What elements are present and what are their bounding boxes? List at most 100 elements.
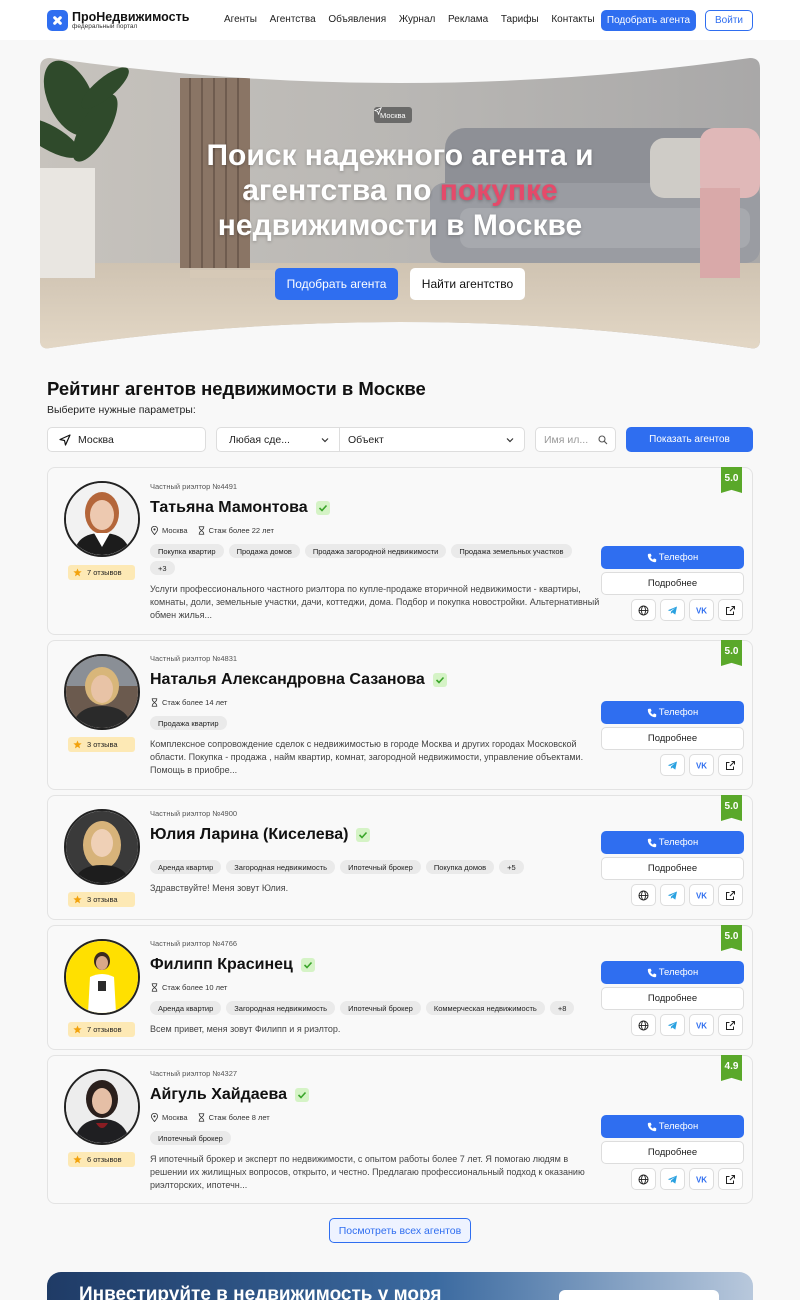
vk-button[interactable]: VK — [689, 1014, 714, 1036]
promo-banner[interactable]: Инвестируйте в недвижимость у моря — [47, 1272, 753, 1300]
details-button[interactable]: Подробнее — [601, 1141, 744, 1164]
globe-icon — [638, 605, 649, 615]
agent-name-row[interactable]: Наталья Александровна Сазанова — [150, 671, 447, 689]
logo[interactable]: ПроНедвижимость федеральный портал — [47, 10, 189, 31]
agent-card[interactable]: 5.0 7 отзывов Частный риэлтор №4491 Тать… — [47, 467, 753, 635]
external-link-button[interactable] — [718, 1014, 743, 1036]
external-link-button[interactable] — [718, 1168, 743, 1190]
website-button[interactable] — [631, 1014, 656, 1036]
agent-name: Юлия Ларина (Киселева) — [150, 826, 349, 843]
reviews-badge[interactable]: 3 отзыва — [68, 737, 135, 752]
promo-card[interactable] — [559, 1290, 719, 1300]
tag: Аренда квартир — [150, 1001, 222, 1015]
show-all-agents-button[interactable]: Посмотреть всех агентов — [329, 1218, 471, 1243]
vk-button[interactable]: VK — [689, 599, 714, 621]
telegram-button[interactable] — [660, 1014, 685, 1036]
external-link-button[interactable] — [718, 599, 743, 621]
details-button[interactable]: Подробнее — [601, 572, 744, 595]
agent-experience: Стаж более 8 лет — [208, 1113, 270, 1122]
agent-card[interactable]: 5.0 3 отзыва Частный риэлтор №4831 Натал… — [47, 640, 753, 790]
website-button[interactable] — [631, 1168, 656, 1190]
nav-pricing[interactable]: Тарифы — [501, 14, 539, 25]
agent-meta: Стаж более 14 лет — [150, 698, 227, 707]
reviews-badge[interactable]: 3 отзыва — [68, 892, 135, 907]
vk-button[interactable]: VK — [689, 1168, 714, 1190]
chevron-down-icon — [321, 438, 329, 443]
agent-name-row[interactable]: Татьяна Мамонтова — [150, 499, 330, 517]
agent-card[interactable]: 5.0 7 отзывов Частный риэлтор №4766 Фили… — [47, 925, 753, 1050]
name-search-input[interactable]: Имя ил... — [535, 427, 616, 452]
object-type-value: Объект — [348, 433, 384, 446]
agent-tags: Аренда квартир Загородная недвижимость И… — [150, 860, 605, 877]
website-button[interactable] — [631, 884, 656, 906]
telegram-icon — [667, 891, 677, 900]
telegram-button[interactable] — [660, 754, 685, 776]
rating-badge: 5.0 — [721, 925, 742, 951]
more-tags-badge[interactable]: +5 — [499, 860, 524, 874]
agent-name-row[interactable]: Айгуль Хайдаева — [150, 1086, 310, 1104]
show-agents-button[interactable]: Показать агентов — [626, 427, 753, 452]
deal-type-value: Любая сде... — [229, 433, 290, 446]
tag: Ипотечный брокер — [340, 1001, 421, 1015]
external-link-icon — [726, 605, 735, 615]
phone-button[interactable]: Телефон — [601, 961, 744, 984]
nav-agencies[interactable]: Агентства — [270, 14, 316, 25]
agent-description: Комплексное сопровождение сделок с недви… — [150, 739, 584, 775]
agent-id: Частный риэлтор №4831 — [150, 654, 238, 663]
reviews-badge[interactable]: 7 отзывов — [68, 565, 135, 580]
nav-agents[interactable]: Агенты — [224, 14, 257, 25]
hero-banner: Москва Поиск надежного агента и агентств… — [40, 58, 760, 350]
deal-type-select[interactable]: Любая сде... — [216, 427, 340, 452]
reviews-count: 3 отзыва — [87, 895, 118, 904]
agent-name-row[interactable]: Юлия Ларина (Киселева) — [150, 826, 371, 844]
external-link-button[interactable] — [718, 754, 743, 776]
agent-card[interactable]: 5.0 3 отзыва Частный риэлтор №4900 Юлия … — [47, 795, 753, 920]
hero-find-agency-button[interactable]: Найти агентство — [410, 268, 525, 300]
nav-listings[interactable]: Объявления — [328, 14, 386, 25]
external-link-button[interactable] — [718, 884, 743, 906]
external-link-icon — [726, 1174, 735, 1184]
tag: Ипотечный брокер — [340, 860, 421, 874]
nav-journal[interactable]: Журнал — [399, 14, 436, 25]
reviews-badge[interactable]: 6 отзывов — [68, 1152, 135, 1167]
section-title: Рейтинг агентов недвижимости в Москве — [47, 378, 426, 399]
details-button[interactable]: Подробнее — [601, 727, 744, 750]
agent-name-row[interactable]: Филипп Красинец — [150, 956, 315, 974]
vk-button[interactable]: VK — [689, 884, 714, 906]
city-filter[interactable]: Москва — [47, 427, 206, 452]
phone-button[interactable]: Телефон — [601, 701, 744, 724]
svg-text:VK: VK — [696, 1021, 707, 1030]
tag: Аренда квартир — [150, 860, 222, 874]
vk-button[interactable]: VK — [689, 754, 714, 776]
agent-tags: Продажа квартир — [150, 716, 605, 733]
more-tags-badge[interactable]: +8 — [549, 1001, 575, 1015]
phone-icon — [647, 553, 656, 562]
website-button[interactable] — [631, 599, 656, 621]
nav-contacts[interactable]: Контакты — [551, 14, 594, 25]
details-button[interactable]: Подробнее — [601, 857, 744, 880]
svg-text:VK: VK — [696, 606, 707, 615]
details-button[interactable]: Подробнее — [601, 987, 744, 1010]
telegram-button[interactable] — [660, 599, 685, 621]
reviews-badge[interactable]: 7 отзывов — [68, 1022, 135, 1037]
logo-title: ПроНедвижимость — [72, 9, 190, 24]
telegram-button[interactable] — [660, 884, 685, 906]
avatar — [64, 809, 140, 885]
telegram-button[interactable] — [660, 1168, 685, 1190]
phone-button[interactable]: Телефон — [601, 831, 744, 854]
tag: Коммерческая недвижимость — [425, 1001, 545, 1015]
main-nav: Агенты Агентства Объявления Журнал Рекла… — [224, 14, 607, 25]
more-tags-badge[interactable]: +3 — [150, 561, 175, 575]
globe-icon — [638, 1174, 649, 1184]
header-find-agent-button[interactable]: Подобрать агента — [601, 10, 696, 31]
nav-ads[interactable]: Реклама — [448, 14, 488, 25]
hero-find-agent-button[interactable]: Подобрать агента — [275, 268, 398, 300]
phone-button[interactable]: Телефон — [601, 546, 744, 569]
tag: Продажа загородной недвижимости — [304, 544, 447, 558]
navigation-arrow-icon — [374, 107, 382, 115]
agent-card[interactable]: 4.9 6 отзывов Частный риэлтор №4327 Айгу… — [47, 1055, 753, 1204]
phone-button[interactable]: Телефон — [601, 1115, 744, 1138]
object-type-select[interactable]: Объект — [339, 427, 525, 452]
login-button[interactable]: Войти — [705, 10, 753, 31]
agent-meta: Стаж более 10 лет — [150, 983, 227, 992]
